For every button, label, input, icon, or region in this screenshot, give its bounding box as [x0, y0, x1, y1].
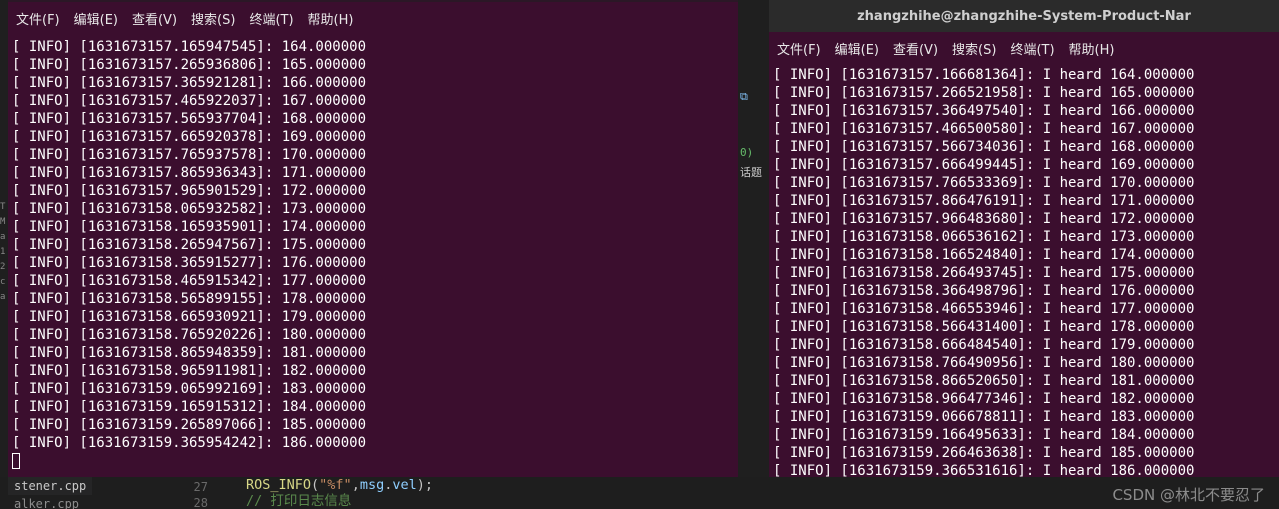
log-line: [ INFO] [1631673157.966483680]: I heard …	[773, 210, 1275, 228]
log-line: [ INFO] [1631673157.266521958]: I heard …	[773, 84, 1275, 102]
log-line: [ INFO] [1631673158.465915342]: 177.0000…	[12, 272, 734, 290]
log-line: [ INFO] [1631673159.065992169]: 183.0000…	[12, 380, 734, 398]
log-line: [ INFO] [1631673159.066678811]: I heard …	[773, 408, 1275, 426]
log-line: [ INFO] [1631673158.365915277]: 176.0000…	[12, 254, 734, 272]
menu-file[interactable]: 文件(F)	[16, 9, 60, 28]
log-line: [ INFO] [1631673157.965901529]: 172.0000…	[12, 182, 734, 200]
line-no: 27	[178, 479, 208, 495]
log-line: [ INFO] [1631673158.966477346]: I heard …	[773, 390, 1275, 408]
zero-paren: 0)	[740, 146, 753, 159]
window-title-right: zhangzhihe@zhangzhihe-System-Product-Nar	[769, 0, 1279, 32]
menu-help[interactable]: 帮助(H)	[1069, 39, 1115, 58]
editor-strip: stener.cpp alker.cpp 27 28 ROS_INFO("%f"…	[0, 477, 1279, 509]
log-line: [ INFO] [1631673157.466500580]: I heard …	[773, 120, 1275, 138]
code-var: msg	[360, 477, 384, 493]
log-line: [ INFO] [1631673157.165947545]: 164.0000…	[12, 38, 734, 56]
log-line: [ INFO] [1631673157.565937704]: 168.0000…	[12, 110, 734, 128]
code-punc: );	[417, 477, 433, 493]
code-str: "%f"	[319, 477, 352, 493]
menu-terminal[interactable]: 终端(T)	[1010, 39, 1054, 58]
prompt-line[interactable]	[12, 452, 734, 470]
log-line: [ INFO] [1631673158.566431400]: I heard …	[773, 318, 1275, 336]
log-line: [ INFO] [1631673159.165915312]: 184.0000…	[12, 398, 734, 416]
log-line: [ INFO] [1631673158.266493745]: I heard …	[773, 264, 1275, 282]
log-output-left[interactable]: [ INFO] [1631673157.165947545]: 164.0000…	[8, 36, 738, 477]
log-line: [ INFO] [1631673158.366498796]: I heard …	[773, 282, 1275, 300]
panel-divider: ⧉ 0) 话题	[738, 0, 769, 480]
log-line: [ INFO] [1631673158.166524840]: I heard …	[773, 246, 1275, 264]
log-line: [ INFO] [1631673158.165935901]: 174.0000…	[12, 218, 734, 236]
log-line: [ INFO] [1631673157.666499445]: I heard …	[773, 156, 1275, 174]
title-text: zhangzhihe@zhangzhihe-System-Product-Nar	[857, 9, 1191, 24]
menu-view[interactable]: 查看(V)	[893, 39, 938, 58]
menu-edit[interactable]: 编辑(E)	[835, 39, 879, 58]
log-line: [ INFO] [1631673159.266463638]: I heard …	[773, 444, 1275, 462]
log-line: [ INFO] [1631673158.865948359]: 181.0000…	[12, 344, 734, 362]
log-line: [ INFO] [1631673158.565899155]: 178.0000…	[12, 290, 734, 308]
terminal-left[interactable]: 文件(F) 编辑(E) 查看(V) 搜索(S) 终端(T) 帮助(H) [ IN…	[8, 2, 738, 477]
log-line: [ INFO] [1631673157.265936806]: 165.0000…	[12, 56, 734, 74]
log-line: [ INFO] [1631673157.566734036]: I heard …	[773, 138, 1275, 156]
log-line: [ INFO] [1631673157.766533369]: I heard …	[773, 174, 1275, 192]
cursor-icon	[12, 453, 20, 469]
menu-search[interactable]: 搜索(S)	[191, 9, 235, 28]
code-punc: (	[311, 477, 319, 493]
topic-label: 话题	[740, 164, 762, 180]
menu-help[interactable]: 帮助(H)	[308, 9, 354, 28]
log-line: [ INFO] [1631673157.866476191]: I heard …	[773, 192, 1275, 210]
preview-icon[interactable]: ⧉	[740, 90, 748, 104]
log-line: [ INFO] [1631673158.665930921]: 179.0000…	[12, 308, 734, 326]
menu-terminal[interactable]: 终端(T)	[249, 9, 293, 28]
line-no: 28	[178, 495, 208, 509]
log-line: [ INFO] [1631673157.166681364]: I heard …	[773, 66, 1275, 84]
log-line: [ INFO] [1631673157.366497540]: I heard …	[773, 102, 1275, 120]
log-line: [ INFO] [1631673158.765920226]: 180.0000…	[12, 326, 734, 344]
menu-view[interactable]: 查看(V)	[132, 9, 177, 28]
file-tab-active[interactable]: stener.cpp	[8, 477, 92, 495]
log-line: [ INFO] [1631673158.065932582]: 173.0000…	[12, 200, 734, 218]
log-line: [ INFO] [1631673159.265897066]: 185.0000…	[12, 416, 734, 434]
file-tab-inactive[interactable]: alker.cpp	[8, 497, 85, 509]
menu-edit[interactable]: 编辑(E)	[74, 9, 118, 28]
log-line: [ INFO] [1631673157.365921281]: 166.0000…	[12, 74, 734, 92]
ide-gutter: T M a 1 2 c a	[0, 0, 8, 509]
log-line: [ INFO] [1631673157.665920378]: 169.0000…	[12, 128, 734, 146]
log-line: [ INFO] [1631673159.166495633]: I heard …	[773, 426, 1275, 444]
line-numbers: 27 28	[178, 479, 208, 509]
code-line[interactable]: ROS_INFO("%f",msg.vel); // 打印日志信息	[246, 477, 433, 509]
menu-bar-right: 文件(F) 编辑(E) 查看(V) 搜索(S) 终端(T) 帮助(H)	[769, 32, 1279, 64]
log-line: [ INFO] [1631673158.466553946]: I heard …	[773, 300, 1275, 318]
menu-file[interactable]: 文件(F)	[777, 39, 821, 58]
log-line: [ INFO] [1631673158.265947567]: 175.0000…	[12, 236, 734, 254]
log-line: [ INFO] [1631673157.865936343]: 171.0000…	[12, 164, 734, 182]
code-comment: // 打印日志信息	[246, 493, 433, 509]
log-line: [ INFO] [1631673158.766490956]: I heard …	[773, 354, 1275, 372]
code-mem: vel	[392, 477, 416, 493]
log-line: [ INFO] [1631673158.666484540]: I heard …	[773, 336, 1275, 354]
terminal-right[interactable]: 文件(F) 编辑(E) 查看(V) 搜索(S) 终端(T) 帮助(H) [ IN…	[769, 32, 1279, 500]
log-line: [ INFO] [1631673157.765937578]: 170.0000…	[12, 146, 734, 164]
log-line: [ INFO] [1631673158.866520650]: I heard …	[773, 372, 1275, 390]
log-line: [ INFO] [1631673159.365954242]: 186.0000…	[12, 434, 734, 452]
log-line: [ INFO] [1631673158.066536162]: I heard …	[773, 228, 1275, 246]
menu-search[interactable]: 搜索(S)	[952, 39, 996, 58]
log-line: [ INFO] [1631673157.465922037]: 167.0000…	[12, 92, 734, 110]
code-fn: ROS_INFO	[246, 477, 311, 493]
log-output-right[interactable]: [ INFO] [1631673157.166681364]: I heard …	[769, 64, 1279, 500]
menu-bar-left: 文件(F) 编辑(E) 查看(V) 搜索(S) 终端(T) 帮助(H)	[8, 2, 738, 34]
code-punc: ,	[352, 477, 360, 493]
log-line: [ INFO] [1631673158.965911981]: 182.0000…	[12, 362, 734, 380]
